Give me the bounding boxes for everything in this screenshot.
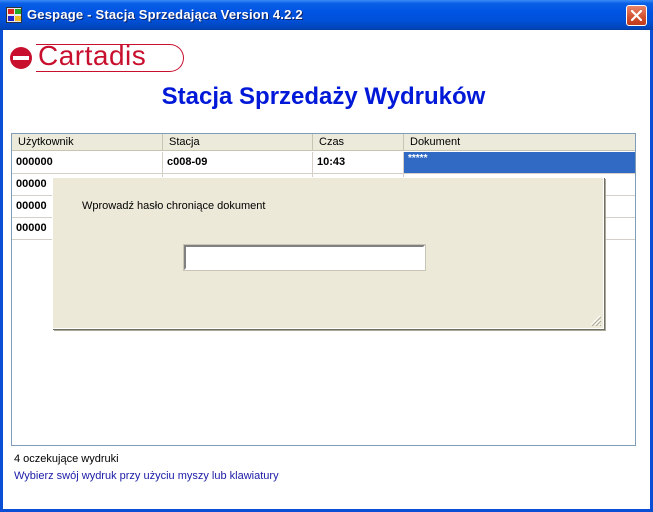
column-header-station[interactable]: Stacja [163, 134, 313, 151]
password-prompt-label: Wprowadź hasło chroniące dokument [82, 200, 266, 212]
cartadis-logo: Cartadis [10, 40, 184, 72]
cell-station: c008-09 [163, 152, 313, 173]
logo-text: Cartadis [38, 40, 147, 71]
table-header: Użytkownik Stacja Czas Dokument [12, 134, 635, 151]
password-dialog: Wprowadź hasło chroniące dokument [52, 177, 604, 329]
password-input[interactable] [183, 244, 426, 271]
table-row[interactable]: 000000 c008-09 10:43 ***** [12, 152, 635, 174]
app-icon[interactable] [6, 7, 22, 23]
instruction-hint: Wybierz swój wydruk przy użyciu myszy lu… [14, 470, 279, 482]
resize-grip-icon[interactable] [589, 314, 601, 326]
cell-document: ***** [404, 152, 635, 173]
column-header-document[interactable]: Dokument [404, 134, 635, 151]
cell-time: 10:43 [313, 152, 404, 173]
page-title: Stacja Sprzedaży Wydruków [161, 83, 486, 110]
pending-jobs-count: 4 oczekujące wydruki [14, 453, 119, 465]
cartadis-logo-icon [10, 47, 32, 69]
window-title: Gespage - Stacja Sprzedająca Version 4.2… [27, 7, 303, 22]
cell-user: 000000 [12, 152, 163, 173]
title-bar[interactable]: Gespage - Stacja Sprzedająca Version 4.2… [0, 0, 653, 30]
close-icon [631, 10, 642, 21]
close-button[interactable] [626, 5, 647, 26]
column-header-time[interactable]: Czas [313, 134, 404, 151]
column-header-user[interactable]: Użytkownik [12, 134, 163, 151]
